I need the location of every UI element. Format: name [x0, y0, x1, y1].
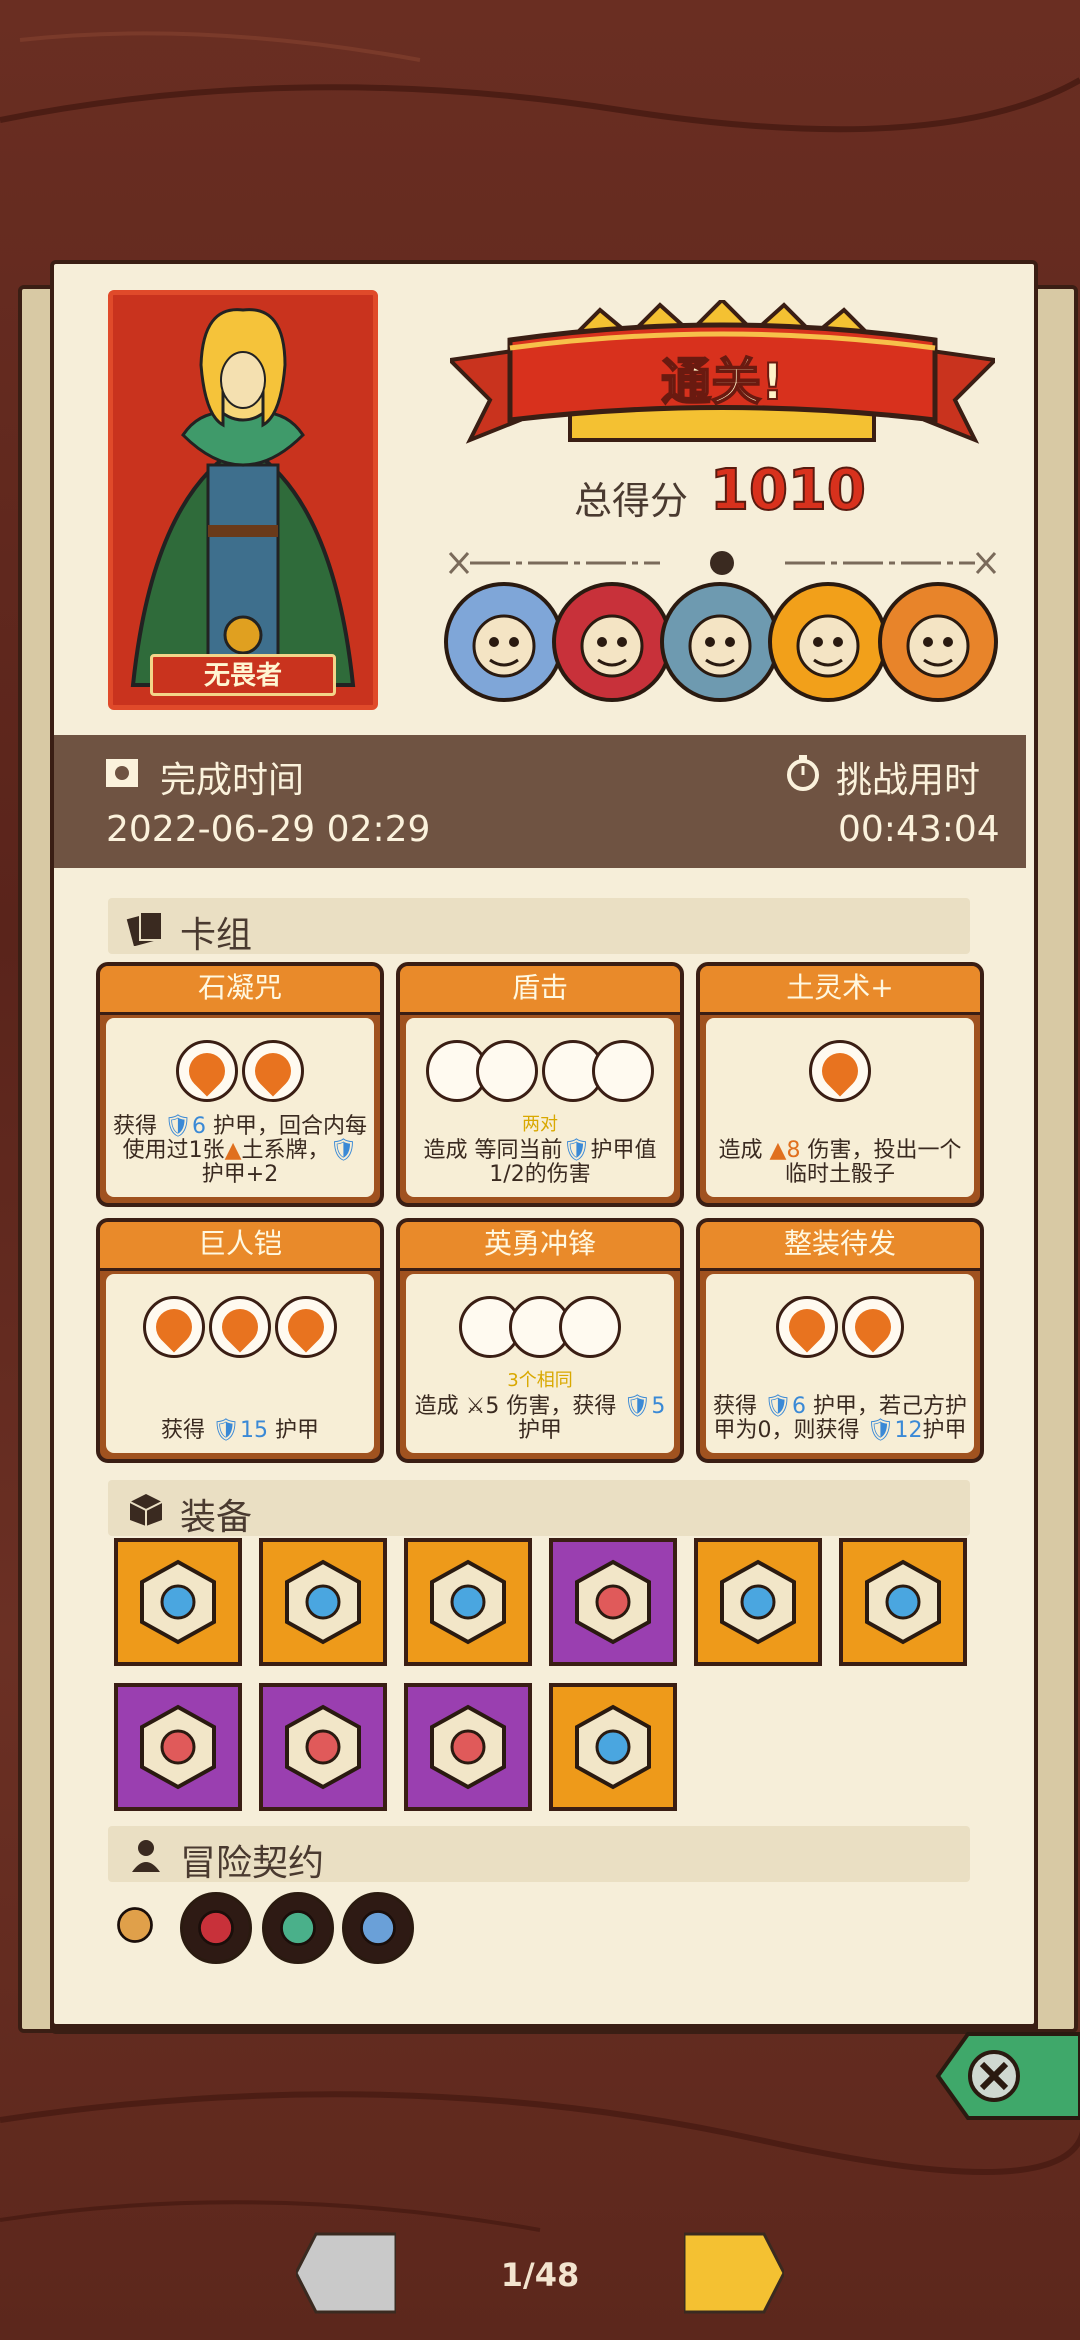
card-body: 获得 🛡15 护甲 [106, 1274, 374, 1453]
card-title: 整装待发 [700, 1222, 980, 1271]
earth-dice-icon [842, 1296, 904, 1358]
page-indicator: 1/48 [500, 2256, 580, 2294]
empty-dice-slot-icon [592, 1040, 654, 1102]
demon-mask-icon[interactable] [404, 1683, 532, 1811]
card-2[interactable]: 盾击两对造成 等同当前🛡护甲值1/2的伤害 [396, 962, 684, 1207]
card-body: 造成 ▲8 伤害，投出一个临时土骰子 [706, 1018, 974, 1197]
earth-dice-icon [176, 1040, 238, 1102]
card-description: 获得 🛡6 护甲，若己方护甲为0，则获得 🛡12护甲 [713, 1394, 967, 1443]
card-1[interactable]: 石凝咒获得 🛡6 护甲，回合内每使用过1张▲土系牌，🛡护甲+2 [96, 962, 384, 1207]
card-title: 英勇冲锋 [400, 1222, 680, 1271]
empty-dice-slot-icon [476, 1040, 538, 1102]
earth-dice-icon [242, 1040, 304, 1102]
film-icon [106, 759, 138, 787]
blood-drop-icon[interactable] [180, 1892, 252, 1964]
hero-name-label: 无畏者 [150, 654, 336, 696]
card-6[interactable]: 整装待发获得 🛡6 护甲，若己方护甲为0，则获得 🛡12护甲 [696, 1218, 984, 1463]
victory-banner: 通关! [445, 297, 1000, 470]
hero-figure-icon [113, 295, 373, 705]
card-description: 造成 等同当前🛡护甲值1/2的伤害 [423, 1138, 657, 1187]
swirl-orb-icon[interactable] [694, 1538, 822, 1666]
crystal-golem-boss-icon[interactable] [878, 582, 998, 702]
finish-time-value: 2022-06-29 02:29 [106, 809, 431, 850]
dice-slots [706, 1040, 974, 1104]
close-button[interactable] [918, 2030, 1080, 2122]
meat-leg-icon[interactable] [839, 1538, 967, 1666]
card-body: 两对造成 等同当前🛡护甲值1/2的伤害 [406, 1018, 674, 1197]
box-icon [129, 1494, 163, 1526]
next-page-button[interactable] [682, 2230, 786, 2316]
card-title: 土灵术+ [700, 966, 980, 1015]
card-4[interactable]: 巨人铠获得 🛡15 护甲 [96, 1218, 384, 1463]
magic-mirror-icon[interactable] [549, 1538, 677, 1666]
earth-dice-icon [209, 1296, 271, 1358]
earth-dice-icon [776, 1296, 838, 1358]
equipment-section-header: 装备 [108, 1480, 970, 1538]
flame-crown-icon[interactable] [549, 1683, 677, 1811]
moss-tablet-icon[interactable] [404, 1538, 532, 1666]
card-description: 获得 🛡15 护甲 [161, 1418, 319, 1443]
close-icon [935, 2032, 1080, 2120]
card-title: 石凝咒 [100, 966, 380, 1015]
finish-time-label: 完成时间 [160, 760, 305, 801]
card-description: 获得 🛡6 护甲，回合内每使用过1张▲土系牌，🛡护甲+2 [113, 1114, 367, 1187]
run-info-band: 完成时间 2022-06-29 02:29 挑战用时 00:43:04 [54, 735, 1026, 868]
sun-flame-boss-icon[interactable] [768, 582, 888, 702]
stopwatch-icon [787, 755, 819, 791]
card-3[interactable]: 土灵术+ 造成 ▲8 伤害，投出一个临时土骰子 [696, 962, 984, 1207]
equipment-title: 装备 [180, 1497, 253, 1538]
hero-portrait[interactable] [108, 290, 378, 710]
total-score-label: 总得分 [574, 479, 689, 523]
card-description: 造成 ⚔5 伤害，获得 🛡5 护甲 [414, 1394, 666, 1443]
rune-amulet-icon[interactable] [114, 1683, 242, 1811]
cage-beast-boss-icon[interactable] [552, 582, 672, 702]
card-5[interactable]: 英勇冲锋 3个相同 造成 ⚔5 伤害，获得 🛡5 护甲 [396, 1218, 684, 1463]
card-title: 巨人铠 [100, 1222, 380, 1271]
dice-slots [706, 1296, 974, 1360]
cards-icon [126, 911, 163, 946]
syringe-icon[interactable] [342, 1892, 414, 1964]
deck-section-header: 卡组 [108, 898, 970, 956]
deck-title: 卡组 [180, 915, 253, 956]
card-body: 获得 🛡6 护甲，若己方护甲为0，则获得 🛡12护甲 [706, 1274, 974, 1453]
card-title: 盾击 [400, 966, 680, 1015]
spiked-armor-icon[interactable] [259, 1538, 387, 1666]
total-score-value: 1010 [709, 457, 867, 524]
card-condition: 两对 [522, 1114, 558, 1135]
duration-value: 00:43:04 [838, 809, 1000, 850]
duration-label: 挑战用时 [836, 760, 981, 801]
earth-dice-icon [143, 1296, 205, 1358]
scroll-icon[interactable] [102, 1892, 174, 1964]
empty-dice-slot-icon [559, 1296, 621, 1358]
card-body: 3个相同造成 ⚔5 伤害，获得 🛡5 护甲 [406, 1274, 674, 1453]
card-condition: 3个相同 [507, 1370, 573, 1391]
left-arrow-tag-icon [294, 2232, 398, 2314]
earth-dice-icon [809, 1040, 871, 1102]
dice-slots [106, 1296, 374, 1360]
boss-divider [448, 551, 997, 575]
mushroom-elder-boss-icon[interactable] [444, 582, 564, 702]
earth-dice-icon [275, 1296, 337, 1358]
victory-text: 通关! [660, 352, 785, 412]
contracts-section-header: 冒险契约 [108, 1826, 970, 1884]
fish-man-boss-icon[interactable] [660, 582, 780, 702]
person-icon [132, 1840, 160, 1872]
dice-slots [106, 1040, 374, 1104]
contracts-title: 冒险契约 [180, 1843, 325, 1884]
right-arrow-tag-icon [682, 2232, 786, 2314]
card-description: 造成 ▲8 伤害，投出一个临时土骰子 [718, 1138, 962, 1187]
dice-slots [406, 1040, 674, 1104]
card-body: 获得 🛡6 护甲，回合内每使用过1张▲土系牌，🛡护甲+2 [106, 1018, 374, 1197]
spiked-dice-icon[interactable] [259, 1683, 387, 1811]
ice-shield-icon[interactable] [114, 1538, 242, 1666]
potion-bottle-icon[interactable] [262, 1892, 334, 1964]
prev-page-button[interactable] [294, 2230, 398, 2316]
dice-slots [406, 1296, 674, 1360]
